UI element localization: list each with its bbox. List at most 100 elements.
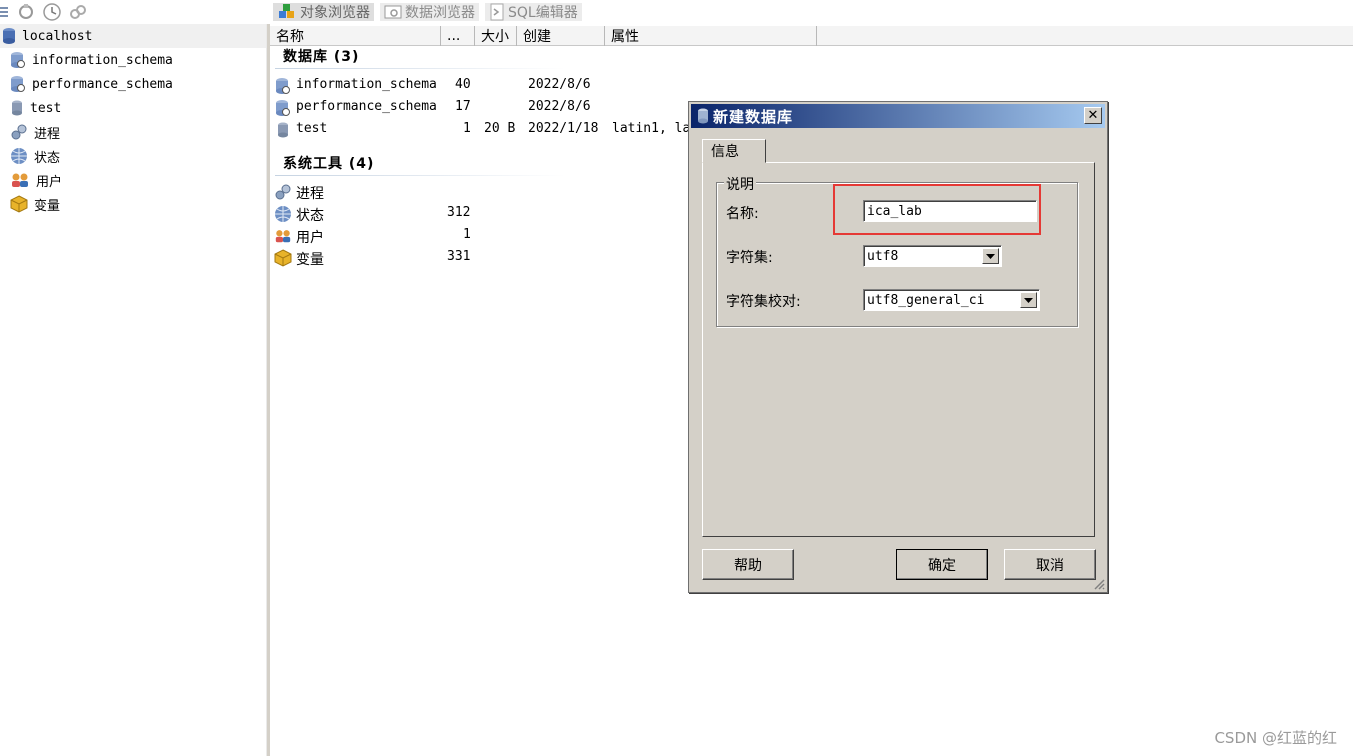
schema-icon [274,77,292,95]
toolbar: 对象浏览器 数据浏览器 SQL编辑器 [0,0,1353,24]
collation-label: 字符集校对: [726,294,801,310]
charset-label: 字符集: [726,250,773,266]
link-icon[interactable] [68,2,88,22]
row-name: test [296,121,328,136]
row-count: 331 [447,249,471,264]
row-name: 进程 [296,186,324,202]
col-name[interactable]: 名称 [270,26,441,46]
tree-item-label: performance_schema [32,76,173,92]
row-created: 2022/8/6 [528,77,591,92]
list-item[interactable]: 变量 331 [274,247,470,269]
row-count: 312 [447,205,471,220]
tree-item-test[interactable]: test [0,96,266,120]
tab-info[interactable]: 信息 [702,139,766,163]
charset-value: utf8 [867,248,899,264]
list-item[interactable]: 状态 312 [274,203,470,225]
sql-editor-icon [489,3,505,21]
row-attributes: latin1, la [612,121,691,136]
schema-icon [10,51,26,69]
row-name: information_schema [296,77,437,92]
row-count: 1 [463,121,471,136]
tree-item-users[interactable]: 用户 [0,168,266,192]
tab-object-browser[interactable]: 对象浏览器 [273,3,374,21]
tree-item-variables[interactable]: 变量 [0,192,266,216]
row-name: 变量 [296,252,324,268]
help-button[interactable]: 帮助 [702,549,794,580]
chevron-down-icon[interactable] [1020,292,1037,308]
ok-button[interactable]: 确定 [896,549,988,580]
refresh-icon[interactable] [16,2,36,22]
tab-data-browser[interactable]: 数据浏览器 [380,3,479,21]
databases-section-title: 数据库 (3) [283,49,360,65]
new-database-dialog: 新建数据库 ✕ 信息 说明 名称: ica_lab 字符集: utf8 字符集校… [688,101,1108,593]
tree-root-localhost[interactable]: localhost [0,24,266,48]
data-browser-icon [384,4,402,20]
clock-icon[interactable] [42,2,62,22]
tree-item-information-schema[interactable]: information_schema [0,48,266,72]
list-item[interactable]: 进程 [274,181,324,203]
tab-label: 对象浏览器 [300,5,370,21]
close-button[interactable]: ✕ [1084,107,1102,124]
col-attributes[interactable]: 属性 [605,26,817,46]
list-item[interactable]: 用户 1 [274,225,471,247]
row-created: 2022/8/6 [528,99,591,114]
database-icon [10,99,24,117]
cancel-button[interactable]: 取消 [1004,549,1096,580]
tab-label: 数据浏览器 [405,5,475,21]
schema-icon [274,99,292,117]
users-icon [10,171,30,189]
object-tree: localhost information_schema performance… [0,24,266,756]
server-icon [2,27,16,45]
dialog-titlebar[interactable]: 新建数据库 ✕ [691,104,1105,128]
process-icon [274,183,292,201]
tab-label: SQL编辑器 [508,5,578,21]
collation-select[interactable]: utf8_general_ci [863,289,1040,311]
name-label: 名称: [726,206,759,222]
tree-item-label: information_schema [32,52,173,68]
row-size: 20 B [484,121,516,136]
tab-sql-editor[interactable]: SQL编辑器 [485,3,582,21]
section-divider [275,175,565,176]
status-icon [10,147,28,165]
tree-item-label: 进程 [34,126,61,142]
tree-item-performance-schema[interactable]: performance_schema [0,72,266,96]
col-spacer [817,26,1353,46]
tree-item-label: test [30,100,62,116]
tree-item-processes[interactable]: 进程 [0,120,266,144]
col-count[interactable]: ... [441,26,475,46]
variables-icon [274,249,292,267]
close-icon: ✕ [1087,108,1099,123]
variables-icon [10,195,28,213]
dialog-title: 新建数据库 [713,107,794,126]
database-icon [697,108,709,124]
tree-item-label: 用户 [36,174,63,190]
row-count: 40 [455,77,471,92]
list-item[interactable]: performance_schema 17 2022/8/6 [274,97,591,119]
tree-item-label: 状态 [34,150,61,166]
object-browser-icon [277,3,297,21]
view-switcher: 对象浏览器 数据浏览器 SQL编辑器 [273,0,582,24]
watermark: CSDN @红蓝的红 [1214,729,1337,747]
collation-value: utf8_general_ci [867,292,985,308]
tree-item-status[interactable]: 状态 [0,144,266,168]
charset-select[interactable]: utf8 [863,245,1002,267]
users-icon [274,227,292,245]
col-size[interactable]: 大小 [475,26,517,46]
list-item[interactable]: information_schema 40 2022/8/6 [274,75,591,97]
list-item[interactable]: test 1 20 B 2022/1/18 latin1, la [274,119,690,141]
list-icon[interactable] [0,4,10,20]
column-header: 名称 ... 大小 创建 属性 [270,26,1353,46]
database-icon [274,121,292,139]
section-divider [275,68,565,69]
group-label: 说明 [724,174,756,194]
status-icon [274,205,292,223]
toolbar-left [0,0,88,24]
annotation-highlight [833,184,1041,235]
row-name: performance_schema [296,99,437,114]
tree-root-label: localhost [22,28,93,44]
process-icon [10,123,28,141]
schema-icon [10,75,26,93]
col-created[interactable]: 创建 [517,26,605,46]
chevron-down-icon[interactable] [982,248,999,264]
resize-grip-icon[interactable] [1093,578,1105,590]
